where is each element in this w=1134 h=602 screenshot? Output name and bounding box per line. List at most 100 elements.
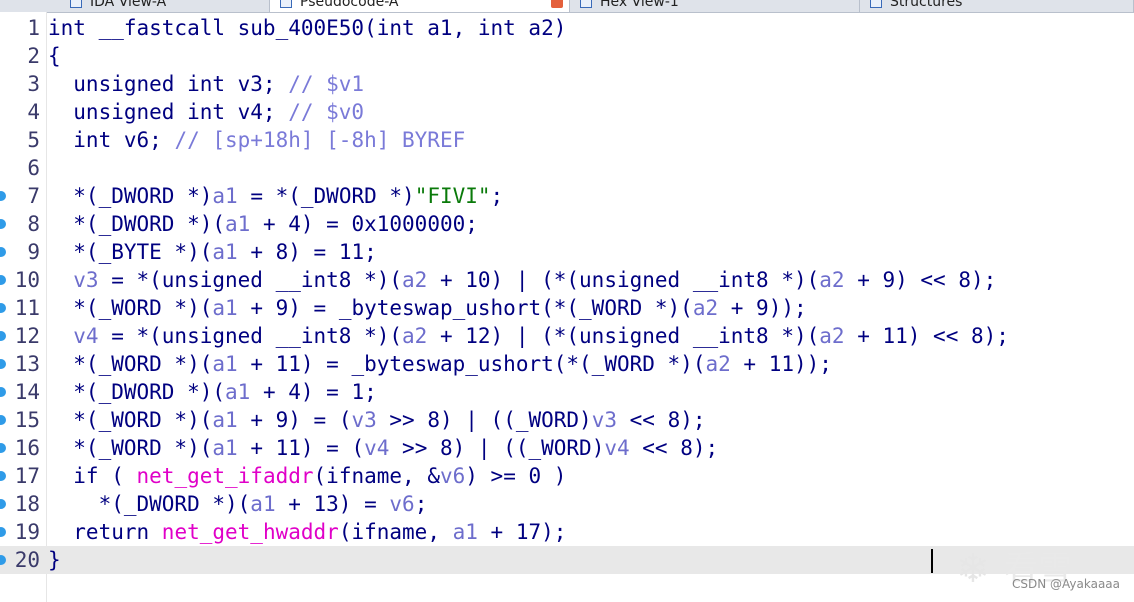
code-token: + 9) << 8); bbox=[844, 268, 997, 292]
code-line[interactable]: 12 v4 = *(unsigned __int8 *)(a2 + 12) | … bbox=[0, 322, 1134, 350]
code-token: + 11) << 8); bbox=[844, 324, 1009, 348]
code-token: *(_DWORD *)( bbox=[48, 492, 251, 516]
code-token: a2 bbox=[705, 352, 731, 376]
code-line[interactable]: 17 if ( net_get_ifaddr(ifname, &v6) >= 0… bbox=[0, 462, 1134, 490]
code-text: if ( net_get_ifaddr(ifname, &v6) >= 0 ) bbox=[48, 462, 566, 490]
line-number: 18 bbox=[14, 492, 40, 516]
code-token: + 11) = ( bbox=[237, 436, 365, 460]
pseudocode-view[interactable]: 1 int __fastcall sub_400E50(int a1, int a… bbox=[0, 14, 1134, 574]
code-text: *(_DWORD *)(a1 + 13) = v6; bbox=[48, 490, 428, 518]
code-token: = *(unsigned __int8 *)( bbox=[98, 324, 403, 348]
line-number: 11 bbox=[14, 296, 40, 320]
code-token: + 9) = _byteswap_ushort(*(_WORD *)( bbox=[237, 296, 693, 320]
code-token: + 4) = 1; bbox=[250, 380, 377, 404]
code-token: v4 bbox=[48, 324, 99, 348]
code-token: return bbox=[48, 520, 162, 544]
code-line[interactable]: 13 *(_WORD *)(a1 + 11) = _byteswap_ushor… bbox=[0, 350, 1134, 378]
code-text: *(_BYTE *)(a1 + 8) = 11; bbox=[48, 238, 377, 266]
code-token: + 4) = 0x1000000; bbox=[250, 212, 478, 236]
code-token: ; bbox=[414, 492, 428, 516]
tab-pseudocode[interactable]: Pseudocode-A bbox=[270, 0, 570, 12]
code-token: *(_DWORD *) bbox=[48, 184, 213, 208]
code-token: a2 bbox=[402, 268, 428, 292]
code-line[interactable]: 16 *(_WORD *)(a1 + 11) = (v4 >> 8) | ((_… bbox=[0, 434, 1134, 462]
code-token: if ( bbox=[48, 464, 137, 488]
tab-ida-view[interactable]: IDA View-A bbox=[60, 0, 270, 12]
line-number: 10 bbox=[14, 268, 40, 292]
code-token: v3 bbox=[591, 408, 617, 432]
code-token: a1 bbox=[225, 380, 251, 404]
line-number: 8 bbox=[27, 212, 40, 236]
code-token: unsigned int v4; bbox=[48, 100, 289, 124]
code-text: *(_DWORD *)(a1 + 4) = 0x1000000; bbox=[48, 210, 478, 238]
structures-icon bbox=[870, 0, 882, 8]
code-line[interactable]: 19 return net_get_hwaddr(ifname, a1 + 17… bbox=[0, 518, 1134, 546]
pseudocode-icon bbox=[280, 0, 292, 8]
tab-hex-view[interactable]: Hex View-1 bbox=[570, 0, 860, 12]
code-line[interactable]: 6 bbox=[0, 154, 1134, 182]
code-token: + 11)); bbox=[730, 352, 832, 376]
code-line[interactable]: 5 int v6; // [sp+18h] [-8h] BYREF bbox=[0, 126, 1134, 154]
code-token: v3 bbox=[48, 268, 99, 292]
code-token: a1 bbox=[212, 436, 238, 460]
code-text: return net_get_hwaddr(ifname, a1 + 17); bbox=[48, 518, 566, 546]
code-token: << 8); bbox=[617, 408, 706, 432]
code-token: v4 bbox=[364, 436, 390, 460]
code-token: // $v1 bbox=[288, 72, 365, 96]
code-token: + 9)); bbox=[718, 296, 807, 320]
code-line[interactable]: 2{ bbox=[0, 42, 1134, 70]
code-token: a2 bbox=[402, 324, 428, 348]
code-line[interactable]: 11 *(_WORD *)(a1 + 9) = _byteswap_ushort… bbox=[0, 294, 1134, 322]
code-text: unsigned int v3; // $v1 bbox=[48, 70, 364, 98]
code-token: v6 bbox=[439, 464, 466, 488]
code-token: } bbox=[48, 548, 61, 572]
tab-structures[interactable]: Structures bbox=[860, 0, 1134, 12]
code-token: // [sp+18h] [-8h] BYREF bbox=[174, 128, 466, 152]
code-token: + 9) = ( bbox=[237, 408, 352, 432]
code-token: + 12) | (*(unsigned __int8 *)( bbox=[427, 324, 820, 348]
code-text: *(_WORD *)(a1 + 11) = (v4 >> 8) | ((_WOR… bbox=[48, 434, 718, 462]
code-line[interactable]: 4 unsigned int v4; // $v0 bbox=[0, 98, 1134, 126]
code-text: v4 = *(unsigned __int8 *)(a2 + 12) | (*(… bbox=[48, 322, 1009, 350]
code-token: = *(unsigned __int8 *)( bbox=[98, 268, 403, 292]
code-token: *(_WORD *)( bbox=[48, 408, 213, 432]
code-token: *(_WORD *)( bbox=[48, 296, 213, 320]
close-icon[interactable] bbox=[551, 0, 563, 8]
code-token: *(_DWORD *)( bbox=[48, 212, 226, 236]
code-token: net_get_ifaddr bbox=[136, 464, 314, 488]
code-token: a1 bbox=[212, 296, 238, 320]
code-line[interactable]: 7 *(_DWORD *)a1 = *(_DWORD *)"FIVI"; bbox=[0, 182, 1134, 210]
line-number: 19 bbox=[14, 520, 40, 544]
code-text: int __fastcall sub_400E50(int a1, int a2… bbox=[48, 14, 566, 42]
code-token: + 17); bbox=[477, 520, 567, 544]
line-number: 6 bbox=[27, 156, 40, 180]
line-number: 9 bbox=[27, 240, 40, 264]
code-token: int v6; bbox=[48, 128, 175, 152]
code-token: a1 bbox=[212, 352, 238, 376]
code-text: *(_WORD *)(a1 + 9) = (v3 >> 8) | ((_WORD… bbox=[48, 406, 706, 434]
code-line[interactable]: 15 *(_WORD *)(a1 + 9) = (v3 >> 8) | ((_W… bbox=[0, 406, 1134, 434]
code-token: a1 bbox=[212, 184, 238, 208]
code-line[interactable]: 3 unsigned int v3; // $v1 bbox=[0, 70, 1134, 98]
code-text: } bbox=[48, 546, 61, 574]
text-caret bbox=[931, 549, 933, 573]
line-number: 20 bbox=[14, 548, 40, 572]
disassembly-icon bbox=[70, 0, 82, 8]
code-line[interactable]: 8 *(_DWORD *)(a1 + 4) = 0x1000000; bbox=[0, 210, 1134, 238]
code-token: *(_DWORD *)( bbox=[48, 380, 226, 404]
code-token: *(_BYTE *)( bbox=[48, 240, 213, 264]
code-line[interactable]: 18 *(_DWORD *)(a1 + 13) = v6; bbox=[0, 490, 1134, 518]
code-token: a1 bbox=[212, 408, 238, 432]
code-line[interactable]: 10 v3 = *(unsigned __int8 *)(a2 + 10) | … bbox=[0, 266, 1134, 294]
code-token: + 13) = bbox=[275, 492, 390, 516]
line-number: 16 bbox=[14, 436, 40, 460]
code-text: unsigned int v4; // $v0 bbox=[48, 98, 364, 126]
code-line[interactable]: 1 int __fastcall sub_400E50(int a1, int a… bbox=[0, 14, 1134, 42]
code-token: >> 8) | ((_WORD) bbox=[376, 408, 592, 432]
code-token: + 8) = 11; bbox=[237, 240, 377, 264]
code-line[interactable]: 9 *(_BYTE *)(a1 + 8) = 11; bbox=[0, 238, 1134, 266]
line-number: 7 bbox=[27, 184, 40, 208]
code-token: v3 bbox=[351, 408, 377, 432]
credit-text: CSDN @Ayakaaaa bbox=[1011, 577, 1120, 591]
code-line[interactable]: 14 *(_DWORD *)(a1 + 4) = 1; bbox=[0, 378, 1134, 406]
